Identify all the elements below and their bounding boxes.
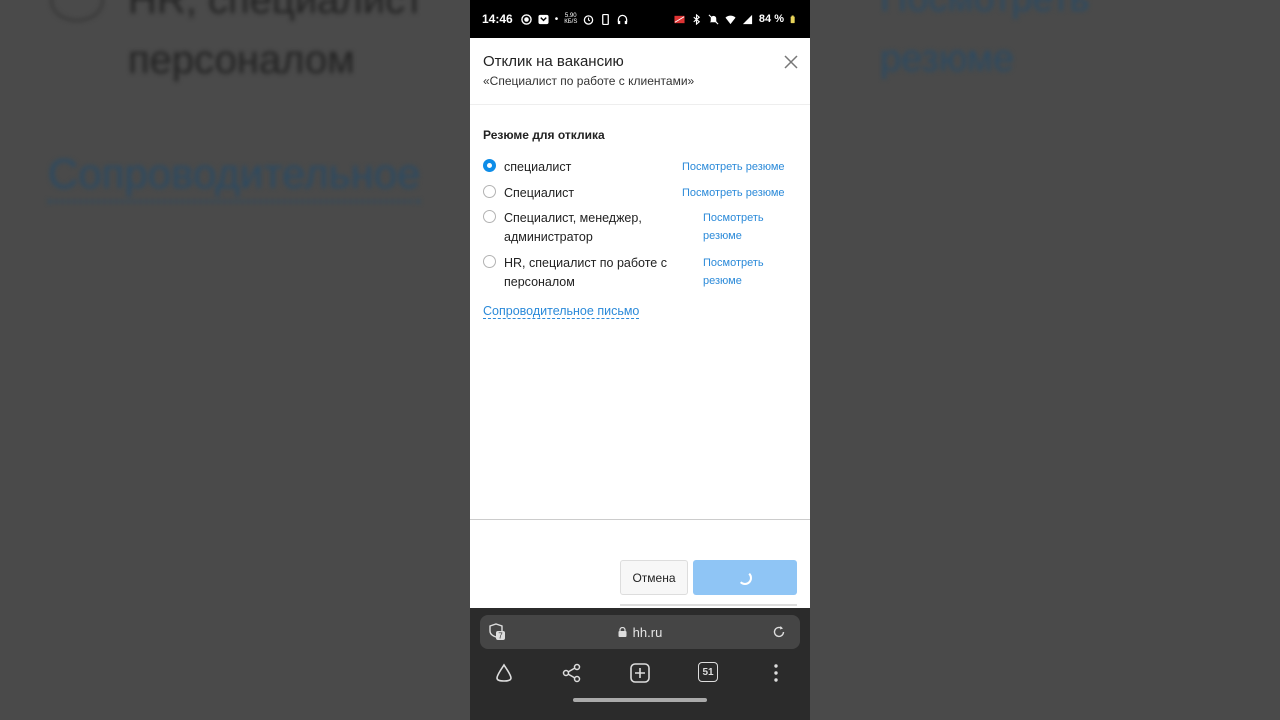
new-tab-icon[interactable] <box>629 662 651 684</box>
more-menu-icon[interactable] <box>765 662 787 684</box>
background-view-link-1: Посмотреть <box>880 0 1089 21</box>
url-text: hh.ru <box>632 624 663 640</box>
mute-icon <box>708 14 719 24</box>
alarm-icon <box>584 14 594 25</box>
battery-icon <box>790 15 795 23</box>
gesture-bar[interactable] <box>573 698 707 702</box>
radio-button[interactable] <box>483 210 496 223</box>
close-icon[interactable] <box>782 53 800 71</box>
home-icon[interactable] <box>493 662 515 684</box>
resume-name: Специалист, менеджер, администратор <box>504 211 642 244</box>
background-text-1: HR, специалист <box>128 0 424 22</box>
status-time: 14:46 <box>482 12 513 26</box>
vacancy-name: «Специалист по работе с клиентами» <box>483 74 695 88</box>
radio-button[interactable] <box>483 185 496 198</box>
resume-name: HR, специалист по работе с персоналом <box>504 256 667 289</box>
radio-button[interactable] <box>483 255 496 268</box>
submit-button-loading[interactable] <box>693 560 797 595</box>
phone-icon <box>602 13 610 25</box>
background-radio-blurred <box>50 0 104 22</box>
net-speed-unit: КБ/S <box>564 19 578 25</box>
footer-divider <box>470 519 810 520</box>
record-icon <box>520 13 532 25</box>
lock-icon <box>618 627 627 637</box>
background-text-2: персоналом <box>128 38 355 82</box>
net-speed: 5.90 КБ/S <box>564 13 577 25</box>
resume-name: Специалист <box>504 186 575 200</box>
cover-letter-link[interactable]: Сопроводительное письмо <box>483 304 640 319</box>
response-modal: Отклик на вакансию «Специалист по работе… <box>470 38 810 608</box>
reload-icon[interactable] <box>772 625 786 639</box>
resume-name: специалист <box>504 160 572 174</box>
loading-spinner-icon <box>738 570 752 585</box>
background-link: Сопроводительное <box>48 150 421 203</box>
headphones-icon <box>618 14 628 24</box>
modal-title: Отклик на вакансию <box>483 53 624 70</box>
view-resume-link[interactable]: Посмотреть резюме <box>682 158 785 176</box>
url-display[interactable]: hh.ru <box>480 615 800 649</box>
scroll-divider <box>620 604 797 606</box>
view-resume-link[interactable]: Посмотреть резюме <box>703 254 773 290</box>
wifi-icon <box>725 15 736 24</box>
bluetooth-icon <box>693 13 701 25</box>
view-resume-link[interactable]: Посмотреть резюме <box>703 209 773 245</box>
phone-screen: 14:46 • 5.90 КБ/S 84 % Отклик на вакансию… <box>470 0 810 720</box>
background-view-link-2: резюме <box>880 38 1015 80</box>
battery-percent: 84 % <box>758 13 784 25</box>
share-icon[interactable] <box>561 662 583 684</box>
signal-icon <box>742 14 753 24</box>
view-resume-link[interactable]: Посмотреть резюме <box>682 184 785 202</box>
status-bar: 14:46 • 5.90 КБ/S 84 % <box>470 0 810 38</box>
cast-icon <box>674 15 685 23</box>
tabs-count-button[interactable]: 51 <box>698 662 718 682</box>
modal-header: Отклик на вакансию «Специалист по работе… <box>470 38 810 105</box>
pocket-icon <box>538 14 549 24</box>
address-bar[interactable]: 7 hh.ru <box>480 615 800 649</box>
cancel-button[interactable]: Отмена <box>620 560 688 595</box>
radio-button-selected[interactable] <box>483 159 496 172</box>
dot-icon: • <box>554 13 559 25</box>
browser-bar: 7 hh.ru 51 <box>470 608 810 720</box>
resume-section-label: Резюме для отклика <box>483 128 605 142</box>
